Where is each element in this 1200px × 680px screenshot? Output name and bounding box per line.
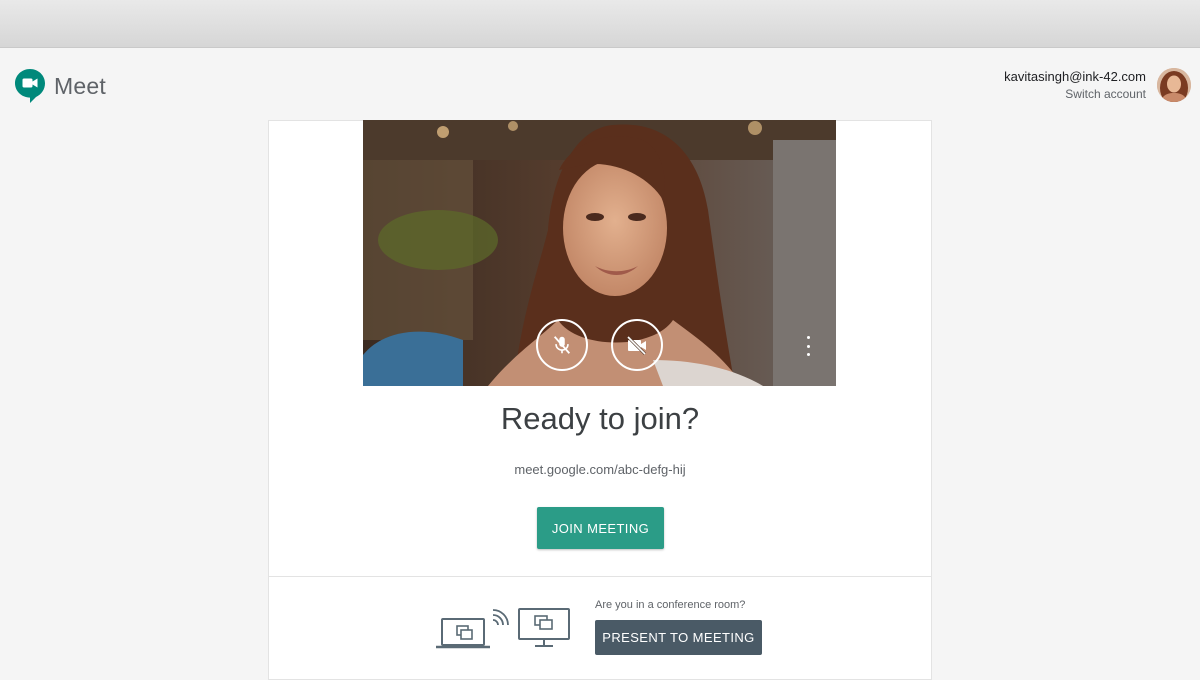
laptop-cast-icon [436,618,490,649]
meet-logo[interactable]: Meet [14,68,106,104]
monitor-icon [518,608,570,647]
browser-chrome [0,0,1200,48]
page-title: Ready to join? [500,401,700,436]
meet-logo-icon [15,69,45,103]
mic-off-icon [553,336,571,354]
conference-room-question: Are you in a conference room? [595,599,746,611]
cast-signal-icon [492,609,509,626]
avatar-image [1157,68,1191,102]
app-name: Meet [54,72,106,99]
device-illustration [436,608,570,649]
meeting-url: meet.google.com/abc-defg-hij [514,462,686,477]
camera-toggle-button[interactable] [611,319,663,371]
avatar[interactable] [1157,68,1191,102]
join-meeting-button[interactable]: JOIN MEETING [537,507,664,549]
video-preview [363,120,836,386]
self-view-image [363,120,836,386]
more-options-button[interactable] [803,336,813,356]
mic-toggle-button[interactable] [536,319,588,371]
more-vert-icon [806,336,810,339]
account-info: kavitasingh@ink-42.com Switch account [1004,69,1146,101]
present-to-meeting-button[interactable]: PRESENT TO MEETING [595,620,762,655]
present-illustration [436,605,576,660]
switch-account-link[interactable]: Switch account [1004,87,1146,101]
divider [268,576,932,577]
camera-off-icon [626,335,647,356]
account-email: kavitasingh@ink-42.com [1004,69,1146,84]
